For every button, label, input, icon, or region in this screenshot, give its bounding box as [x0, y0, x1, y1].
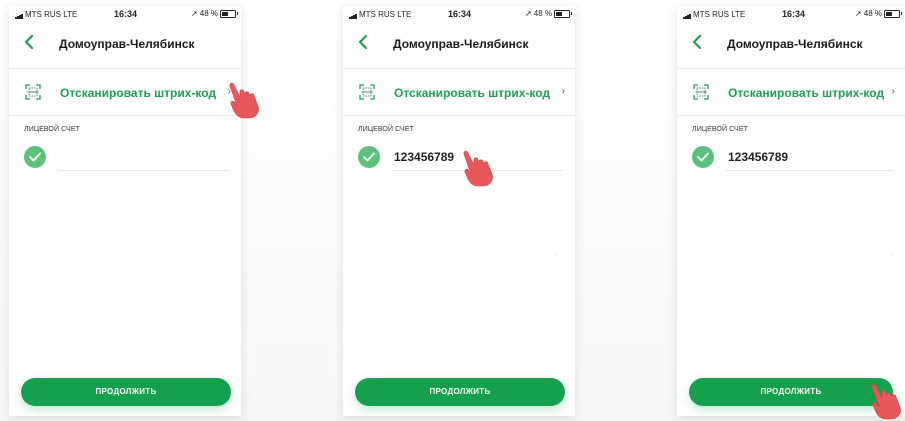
network-type: LTE [397, 10, 412, 19]
divider [891, 254, 894, 255]
divider [677, 68, 905, 69]
check-icon [24, 146, 46, 168]
divider [343, 115, 575, 116]
pointing-hand-icon [229, 82, 259, 119]
location-arrow-icon: ➚ [855, 9, 862, 18]
carrier-name: MTS RUS [25, 10, 61, 19]
page-title: Домоуправ-Челябинск [727, 37, 863, 51]
pointing-hand-icon [463, 150, 493, 187]
network-type: LTE [63, 10, 78, 19]
barcode-scan-icon [693, 84, 709, 100]
status-time: 16:34 [448, 9, 472, 19]
location-arrow-icon: ➚ [191, 9, 198, 18]
tutorial-stage: MTS RUS LTE 16:34 ➚ 48 % Домоуправ-Челяби… [0, 0, 905, 421]
page-title: Домоуправ-Челябинск [393, 37, 529, 51]
status-time: 16:34 [782, 9, 806, 19]
phone-screen-step-2: MTS RUS LTE 16:34 ➚ 48 % Домоуправ-Челяби… [343, 6, 575, 416]
battery-info: ➚ 48 % [191, 9, 238, 18]
account-number-input[interactable] [58, 146, 229, 171]
chevron-left-icon[interactable] [358, 35, 368, 49]
navigation-bar: Домоуправ-Челябинск [9, 28, 241, 58]
scan-barcode-label: Отсканировать штрих-код [728, 86, 885, 100]
divider [555, 254, 558, 255]
carrier-info: MTS RUS LTE [683, 10, 745, 19]
battery-percent: 48 % [199, 9, 218, 18]
account-number-input[interactable]: 123456789 [726, 146, 893, 171]
scan-barcode-button[interactable]: Отсканировать штрих-код › [677, 72, 905, 112]
divider [9, 115, 241, 116]
divider [9, 68, 241, 69]
check-icon [692, 146, 714, 168]
barcode-scan-icon [25, 84, 41, 100]
status-time: 16:34 [114, 9, 138, 19]
network-type: LTE [731, 10, 746, 19]
carrier-info: MTS RUS LTE [15, 10, 77, 19]
scan-barcode-button[interactable]: Отсканировать штрих-код › [9, 72, 241, 112]
carrier-name: MTS RUS [693, 10, 729, 19]
continue-button[interactable]: ПРОДОЛЖИТЬ [689, 378, 893, 406]
battery-info: ➚ 48 % [855, 9, 902, 18]
chevron-left-icon[interactable] [24, 35, 34, 49]
scan-barcode-button[interactable]: Отсканировать штрих-код › [343, 72, 575, 112]
navigation-bar: Домоуправ-Челябинск [677, 28, 905, 58]
navigation-bar: Домоуправ-Челябинск [343, 28, 575, 58]
phone-screen-step-1: MTS RUS LTE 16:34 ➚ 48 % Домоуправ-Челяби… [9, 6, 241, 416]
chevron-right-icon: › [561, 86, 565, 97]
page-title: Домоуправ-Челябинск [59, 37, 195, 51]
carrier-info: MTS RUS LTE [349, 10, 411, 19]
divider [343, 68, 575, 69]
battery-icon [220, 9, 238, 18]
account-caption: ЛИЦЕВОЙ СЧЕТ [24, 126, 80, 133]
phone-screen-step-3: MTS RUS LTE 16:34 ➚ 48 % Домоуправ-Челяби… [677, 6, 905, 416]
status-bar: MTS RUS LTE 16:34 ➚ 48 % [9, 6, 241, 22]
battery-icon [884, 9, 902, 18]
scan-barcode-label: Отсканировать штрих-код [394, 86, 551, 100]
signal-icon [349, 10, 357, 19]
battery-percent: 48 % [533, 9, 552, 18]
location-arrow-icon: ➚ [525, 9, 532, 18]
continue-button[interactable]: ПРОДОЛЖИТЬ [21, 378, 231, 406]
account-number-value: 123456789 [394, 150, 455, 164]
barcode-scan-icon [359, 84, 375, 100]
continue-button[interactable]: ПРОДОЛЖИТЬ [355, 378, 565, 406]
check-icon [358, 146, 380, 168]
battery-info: ➚ 48 % [525, 9, 572, 18]
status-bar: MTS RUS LTE 16:34 ➚ 48 % [343, 6, 575, 22]
signal-icon [683, 10, 691, 19]
divider [677, 115, 905, 116]
battery-icon [554, 9, 572, 18]
account-caption: ЛИЦЕВОЙ СЧЕТ [358, 126, 414, 133]
carrier-name: MTS RUS [359, 10, 395, 19]
pointing-hand-icon [871, 383, 901, 420]
chevron-right-icon: › [891, 86, 895, 97]
signal-icon [15, 10, 23, 19]
account-number-value: 123456789 [728, 150, 789, 164]
chevron-left-icon[interactable] [692, 35, 702, 49]
account-caption: ЛИЦЕВОЙ СЧЕТ [692, 126, 748, 133]
status-bar: MTS RUS LTE 16:34 ➚ 48 % [677, 6, 905, 22]
battery-percent: 48 % [863, 9, 882, 18]
scan-barcode-label: Отсканировать штрих-код [60, 86, 217, 100]
